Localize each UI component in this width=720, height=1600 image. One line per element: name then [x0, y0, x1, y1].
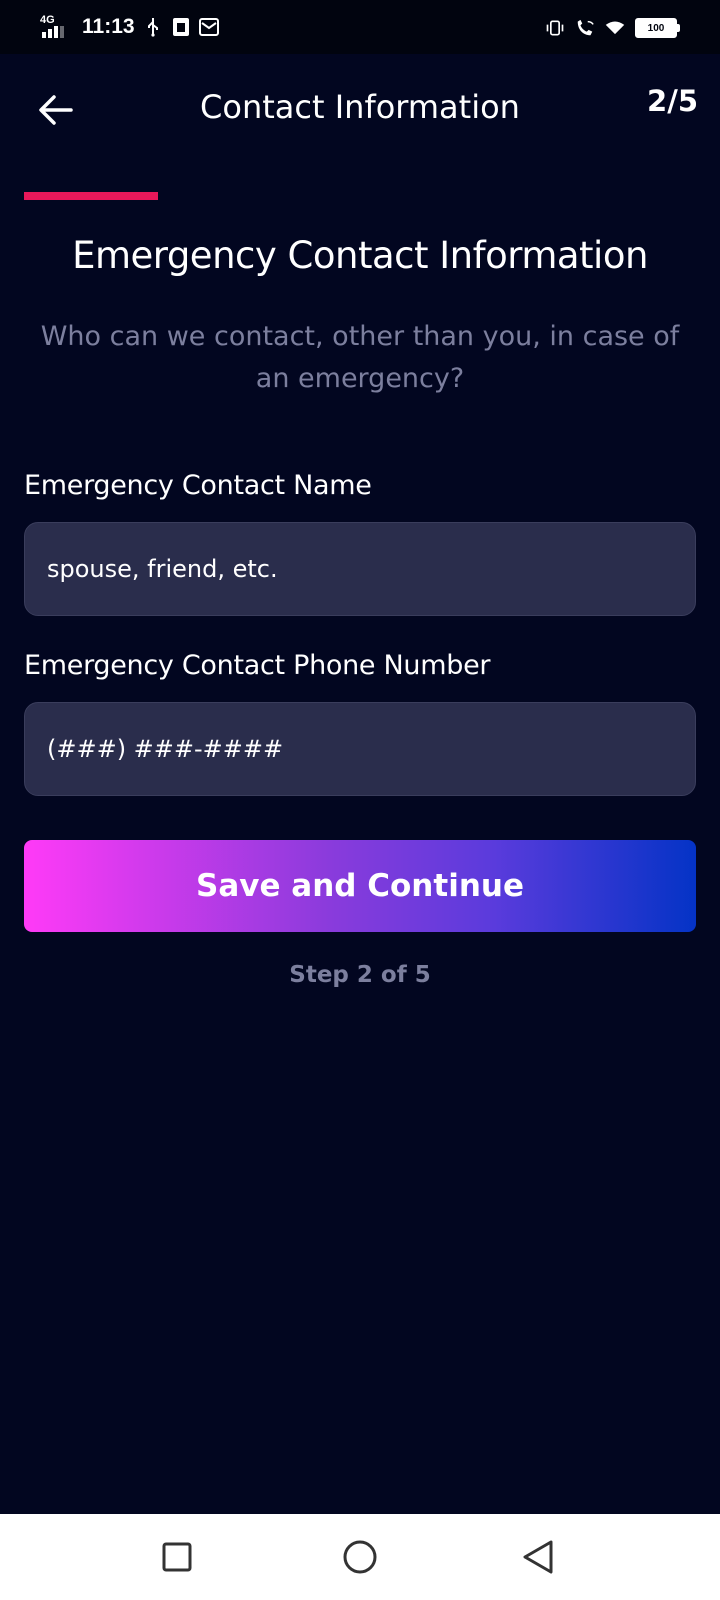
recents-button[interactable]: [152, 1532, 202, 1582]
status-left: 4G 11:13: [40, 12, 219, 42]
battery-level: 100: [635, 18, 677, 38]
mail-icon: [198, 17, 219, 37]
status-right: 100: [545, 14, 680, 42]
circle-home-icon: [343, 1540, 377, 1574]
progress-fill: [24, 192, 159, 200]
save-and-continue-button[interactable]: Save and Continue: [24, 840, 696, 932]
step-indicator: Step 2 of 5: [289, 962, 431, 988]
back-button[interactable]: [28, 82, 84, 138]
network-type: 4G: [40, 14, 55, 26]
progress-bar: [24, 192, 696, 200]
page-title: Contact Information: [200, 88, 520, 126]
wifi-calling-icon: [575, 18, 595, 38]
signal-icon: 4G: [40, 14, 74, 40]
nav-back-button[interactable]: [513, 1532, 563, 1582]
triangle-back-icon: [523, 1540, 553, 1574]
square-recents-icon: [162, 1542, 192, 1572]
app-header: Contact Information 2/5: [0, 54, 720, 166]
home-button[interactable]: [335, 1532, 385, 1582]
section-title: Emergency Contact Information: [72, 234, 648, 277]
step-counter: 2/5: [647, 84, 698, 118]
vibrate-icon: [545, 18, 565, 38]
wifi-icon: [605, 18, 625, 38]
section-subtitle: Who can we contact, other than you, in c…: [24, 316, 696, 400]
status-bar: 4G 11:13 100: [0, 0, 720, 54]
subtitle-line-1: Who can we contact, other than you, in c…: [40, 321, 680, 352]
contact-name-input[interactable]: [24, 522, 696, 616]
arrow-left-icon: [39, 95, 73, 125]
subtitle-line-2: an emergency?: [255, 363, 465, 394]
contact-name-label: Emergency Contact Name: [24, 470, 372, 501]
usb-icon: [143, 17, 163, 37]
battery-icon: 100: [635, 18, 680, 38]
contact-phone-label: Emergency Contact Phone Number: [24, 650, 491, 681]
system-nav-bar: [0, 1514, 720, 1600]
clock: 11:13: [82, 15, 135, 38]
contact-phone-input[interactable]: [24, 702, 696, 796]
sim-card-icon: [171, 17, 191, 37]
